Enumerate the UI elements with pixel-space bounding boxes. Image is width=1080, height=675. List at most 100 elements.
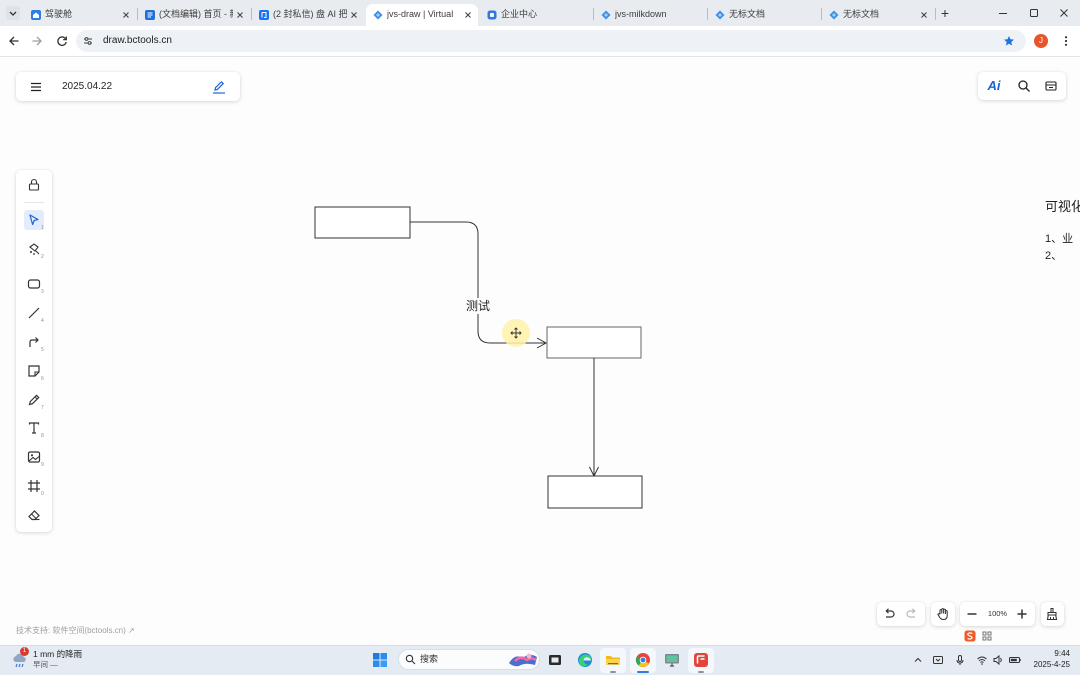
back-icon[interactable] xyxy=(8,35,20,47)
search-placeholder: 搜索 xyxy=(420,654,439,664)
site-info-icon[interactable] xyxy=(82,35,94,47)
battery-icon[interactable] xyxy=(1009,654,1021,666)
jvs-favicon xyxy=(829,10,839,20)
close-icon[interactable] xyxy=(235,10,245,20)
shape-rectangle[interactable] xyxy=(547,475,643,509)
note-icon xyxy=(28,365,40,377)
close-window-icon[interactable] xyxy=(1058,7,1070,19)
lasso-icon xyxy=(29,243,40,255)
weather-widget[interactable]: 1 1 mm 的降雨 早间 — xyxy=(8,647,88,673)
search-highlight-image xyxy=(509,653,537,667)
tab-label: 驾驶舱 xyxy=(45,9,73,19)
file-header xyxy=(16,72,240,101)
bookmark-star-icon[interactable] xyxy=(1003,35,1015,47)
reload-icon[interactable] xyxy=(56,35,68,47)
rename-button[interactable] xyxy=(211,79,227,95)
windows-start-icon[interactable] xyxy=(371,651,389,669)
tab-label: jvs-draw | Virtual xyxy=(387,9,454,19)
zhihu-favicon xyxy=(259,10,269,20)
task-view-icon[interactable] xyxy=(546,651,564,669)
ai-button[interactable]: Ai xyxy=(984,77,1004,95)
search-icon xyxy=(405,654,416,665)
zoom-level[interactable]: 100% xyxy=(984,607,1011,621)
zoom-in-icon[interactable] xyxy=(1015,607,1029,621)
url-text[interactable]: draw.bctools.cn xyxy=(103,34,172,48)
undo-icon[interactable] xyxy=(882,607,896,621)
close-icon[interactable] xyxy=(463,10,473,20)
lock-icon xyxy=(28,178,40,191)
taskbar-search[interactable]: 搜索 xyxy=(398,649,540,670)
shape-rectangle[interactable] xyxy=(314,206,411,239)
app-tray-icon[interactable] xyxy=(932,654,944,666)
tab[interactable]: 驾驶舱 xyxy=(24,4,136,26)
red-app-icon[interactable] xyxy=(692,651,710,669)
tab-search-button[interactable] xyxy=(6,6,20,20)
address-bar[interactable] xyxy=(76,30,1026,52)
profile-avatar[interactable]: J xyxy=(1034,34,1048,48)
chrome-icon[interactable] xyxy=(634,651,652,669)
pointer-icon xyxy=(29,214,39,226)
drawing-canvas[interactable]: 测试 xyxy=(0,57,1080,645)
minimize-icon[interactable] xyxy=(997,7,1009,19)
close-icon[interactable] xyxy=(349,10,359,20)
menu-icon[interactable] xyxy=(30,81,42,93)
more-menu-icon[interactable] xyxy=(1060,35,1072,47)
tool-lock[interactable] xyxy=(24,175,44,195)
clean-canvas-button[interactable] xyxy=(1041,602,1064,626)
canvas-text-block[interactable]: 可视化 1、业 2、 xyxy=(1040,188,1080,268)
file-explorer-icon[interactable] xyxy=(604,651,622,669)
tab-label: (文档编辑) 首页 - 新 xyxy=(159,9,233,19)
tab-active[interactable]: jvs-draw | Virtual xyxy=(366,4,478,26)
close-icon[interactable] xyxy=(121,10,131,20)
rectangle-icon xyxy=(27,279,41,289)
hand-icon xyxy=(937,608,948,621)
new-tab-button[interactable]: + xyxy=(939,4,951,22)
chevron-up-icon[interactable] xyxy=(912,654,924,666)
redo-icon[interactable] xyxy=(905,607,919,621)
frame-icon xyxy=(28,480,40,492)
connector-label[interactable]: 测试 xyxy=(466,298,490,313)
speaker-icon[interactable] xyxy=(992,654,1004,666)
zoom-out-icon[interactable] xyxy=(965,607,979,621)
tab-separator xyxy=(935,8,936,20)
jvs-favicon xyxy=(601,10,611,20)
edge-icon[interactable] xyxy=(576,651,594,669)
maximize-icon[interactable] xyxy=(1028,7,1040,19)
microphone-icon[interactable] xyxy=(954,654,966,666)
arrow-icon xyxy=(29,337,39,347)
tab[interactable]: 无标文档 xyxy=(822,4,934,26)
tab[interactable]: jvs-milkdown xyxy=(594,4,706,26)
history-controls xyxy=(877,602,925,626)
ime-logo-icon[interactable] xyxy=(964,630,976,642)
line-icon xyxy=(28,307,40,319)
tab-label: 无标文档 xyxy=(729,9,766,19)
tab[interactable]: 企业中心 xyxy=(480,4,592,26)
wifi-icon[interactable] xyxy=(976,654,988,666)
clock-time: 9:44 xyxy=(1054,649,1070,658)
shortcut-hint: 7 xyxy=(41,405,44,411)
eraser-icon xyxy=(28,510,40,521)
ime-settings-icon[interactable] xyxy=(982,631,992,641)
doc-favicon xyxy=(145,10,155,20)
panel-icon[interactable] xyxy=(1044,79,1058,93)
tab-label: jvs-milkdown xyxy=(615,9,667,19)
forward-icon[interactable] xyxy=(31,35,43,47)
file-name[interactable]: 2025.04.22 xyxy=(62,80,112,94)
clock[interactable]: 9:44 2025-4-25 xyxy=(1026,648,1070,672)
tab[interactable]: 无标文档 xyxy=(708,4,820,26)
remote-app-icon[interactable] xyxy=(663,651,681,669)
text-list-item: 2、 xyxy=(1045,250,1063,262)
jvs-favicon xyxy=(715,10,725,20)
close-icon[interactable] xyxy=(919,10,929,20)
chevron-down-icon xyxy=(9,11,17,16)
tool-eraser[interactable] xyxy=(24,505,44,525)
hand-tool-button[interactable] xyxy=(931,602,955,626)
shape-rectangle[interactable] xyxy=(546,326,642,359)
support-link[interactable]: 技术支持: 软件空间(bctools.cn) ↗ xyxy=(16,625,135,636)
search-icon[interactable] xyxy=(1017,79,1031,93)
jvs-favicon xyxy=(373,10,383,20)
tab-label: (2 封私信) 盘 AI 把 xyxy=(273,9,347,19)
tab[interactable]: (文档编辑) 首页 - 新 xyxy=(138,4,250,26)
tab[interactable]: (2 封私信) 盘 AI 把 xyxy=(252,4,364,26)
shortcut-hint: 6 xyxy=(41,376,44,382)
